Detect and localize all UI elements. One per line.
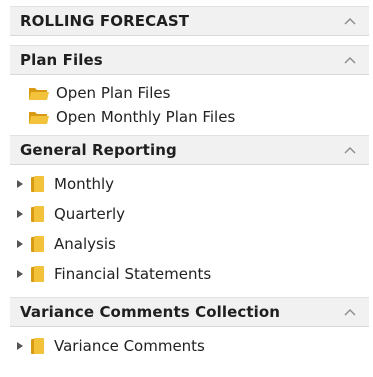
section-header-general-reporting[interactable]: General Reporting: [10, 135, 369, 165]
chevron-up-icon[interactable]: [343, 145, 357, 155]
tree-item-quarterly[interactable]: Quarterly: [10, 201, 369, 227]
tree-item-analysis[interactable]: Analysis: [10, 231, 369, 257]
folder-icon: [26, 235, 48, 253]
item-label: Variance Comments: [54, 337, 205, 355]
list-item-open-monthly-plan-files[interactable]: Open Monthly Plan Files: [28, 104, 373, 130]
item-label: Financial Statements: [54, 265, 212, 283]
tree-item-variance-comments[interactable]: Variance Comments: [10, 333, 369, 359]
expand-arrow-icon[interactable]: [14, 208, 26, 220]
open-folder-icon: [28, 84, 50, 102]
chevron-up-icon[interactable]: [343, 55, 357, 65]
section-title: ROLLING FORECAST: [20, 12, 190, 30]
chevron-up-icon[interactable]: [343, 307, 357, 317]
expand-arrow-icon[interactable]: [14, 178, 26, 190]
chevron-up-icon[interactable]: [343, 16, 357, 26]
section-title: General Reporting: [20, 141, 177, 159]
expand-arrow-icon[interactable]: [14, 238, 26, 250]
section-header-rolling-forecast[interactable]: ROLLING FORECAST: [10, 6, 369, 36]
folder-icon: [26, 205, 48, 223]
tree-item-financial-statements[interactable]: Financial Statements: [10, 261, 369, 287]
section-title: Plan Files: [20, 51, 103, 69]
item-label: Open Plan Files: [56, 84, 171, 102]
expand-arrow-icon[interactable]: [14, 268, 26, 280]
folder-icon: [26, 175, 48, 193]
item-label: Monthly: [54, 175, 115, 193]
item-label: Analysis: [54, 235, 116, 253]
navigation-panel: ROLLING FORECAST Plan Files Open Plan Fi…: [2, 0, 371, 377]
open-folder-icon: [28, 108, 50, 126]
tree-item-monthly[interactable]: Monthly: [10, 171, 369, 197]
section-title: Variance Comments Collection: [20, 303, 281, 321]
section-header-variance-comments-collection[interactable]: Variance Comments Collection: [10, 297, 369, 327]
item-label: Quarterly: [54, 205, 125, 223]
item-label: Open Monthly Plan Files: [56, 108, 236, 126]
section-header-plan-files[interactable]: Plan Files: [10, 45, 369, 75]
list-item-open-plan-files[interactable]: Open Plan Files: [28, 80, 373, 106]
folder-icon: [26, 265, 48, 283]
expand-arrow-icon[interactable]: [14, 340, 26, 352]
folder-icon: [26, 337, 48, 355]
